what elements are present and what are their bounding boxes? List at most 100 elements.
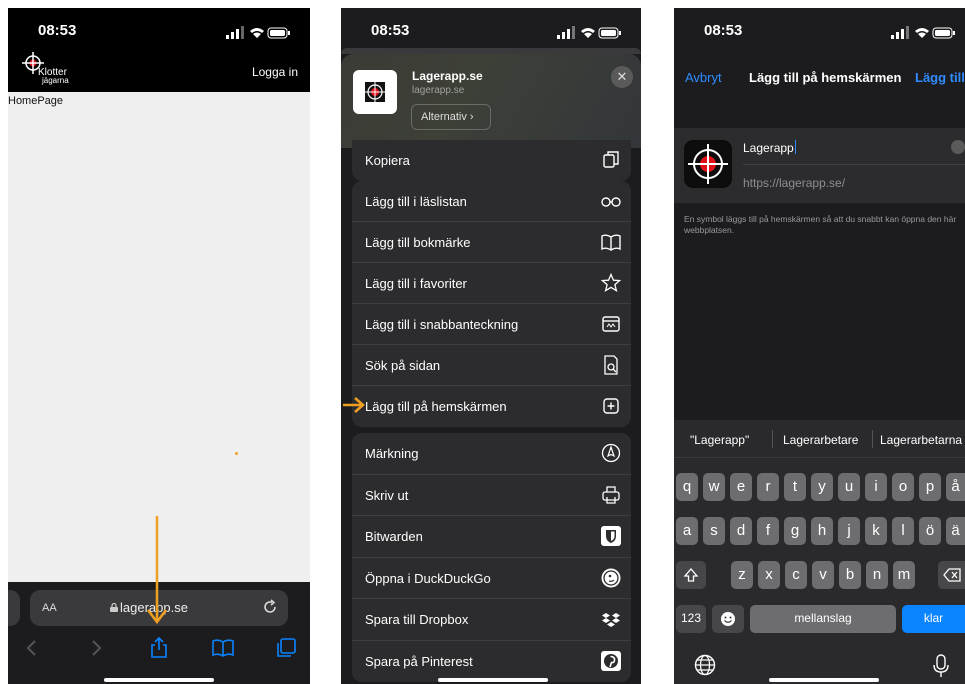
name-input[interactable]: Lagerapp — [743, 140, 796, 155]
key-i[interactable]: i — [865, 473, 887, 501]
space-key[interactable]: mellanslag — [750, 605, 896, 633]
key-n[interactable]: n — [866, 561, 888, 589]
pinterest-icon — [601, 650, 621, 671]
klotterjagarna-logo[interactable]: Klotter jägarna — [20, 52, 80, 88]
key-h[interactable]: h — [811, 517, 833, 545]
action-save-pinterest[interactable]: Spara på Pinterest — [352, 641, 631, 683]
suggestion-2[interactable]: Lagerarbetare — [783, 433, 858, 447]
action-print[interactable]: Skriv ut — [352, 475, 631, 516]
action-label: Sök på sidan — [365, 358, 441, 373]
bookmarks-icon[interactable] — [211, 636, 235, 660]
phone-browser-screen: 08:53 Klotter jägarna Logga in HomePage … — [8, 8, 310, 684]
app-icon-preview — [684, 140, 732, 188]
action-add-reading-list[interactable]: Lägg till i läslistan — [352, 181, 631, 222]
action-label: Skriv ut — [365, 487, 409, 503]
options-button[interactable]: Alternativ › — [411, 104, 491, 130]
action-label: Kopiera — [365, 153, 410, 168]
key-o-umlaut[interactable]: ö — [919, 517, 941, 545]
close-button[interactable]: ✕ — [611, 66, 633, 88]
key-a[interactable]: a — [676, 517, 698, 545]
key-x[interactable]: x — [758, 561, 780, 589]
share-sheet-header: Lagerapp.se lagerapp.se Alternativ › ✕ — [341, 54, 641, 148]
home-indicator — [438, 678, 548, 682]
key-w[interactable]: w — [703, 473, 725, 501]
cancel-button[interactable]: Avbryt — [685, 70, 722, 85]
action-save-dropbox[interactable]: Spara till Dropbox — [352, 599, 631, 641]
key-j[interactable]: j — [838, 517, 860, 545]
name-value: Lagerapp — [743, 141, 794, 155]
status-time: 08:53 — [704, 22, 743, 39]
action-label: Lägg till i läslistan — [365, 194, 467, 209]
close-icon: ✕ — [616, 69, 628, 84]
share-icon[interactable] — [147, 636, 171, 660]
site-thumbnail — [353, 70, 397, 114]
key-a-umlaut[interactable]: ä — [946, 517, 965, 545]
suggestion-3[interactable]: Lagerarbetarna — [880, 433, 962, 447]
key-a-ring[interactable]: å — [946, 473, 965, 501]
glasses-icon — [601, 197, 621, 207]
forward-icon[interactable] — [84, 636, 108, 660]
action-open-duckduckgo[interactable]: Öppna i DuckDuckGo — [352, 558, 631, 599]
target-crosshair-icon — [688, 144, 728, 184]
backspace-key[interactable] — [938, 561, 965, 589]
key-e[interactable]: e — [730, 473, 752, 501]
action-copy[interactable]: Kopiera — [352, 140, 631, 181]
orange-arrow-right — [343, 397, 365, 413]
microphone-icon[interactable] — [931, 654, 951, 678]
key-s[interactable]: s — [703, 517, 725, 545]
text-size-button[interactable]: AA — [42, 602, 57, 614]
keyboard: "Lagerapp" Lagerarbetare Lagerarbetarna … — [674, 420, 965, 684]
printer-icon — [602, 485, 620, 504]
key-b[interactable]: b — [839, 561, 861, 589]
phone-add-home-screen: 08:53 Avbryt Lägg till på hemskärmen Läg… — [674, 8, 965, 684]
key-t[interactable]: t — [784, 473, 806, 501]
reload-icon[interactable] — [262, 599, 278, 615]
key-k[interactable]: k — [865, 517, 887, 545]
shift-key[interactable] — [676, 561, 706, 589]
key-m[interactable]: m — [893, 561, 915, 589]
action-markup[interactable]: Märkning — [352, 433, 631, 475]
action-add-bookmark[interactable]: Lägg till bokmärke — [352, 222, 631, 263]
key-u[interactable]: u — [838, 473, 860, 501]
login-link[interactable]: Logga in — [252, 65, 298, 79]
key-v[interactable]: v — [812, 561, 834, 589]
add-button[interactable]: Lägg till — [915, 70, 965, 85]
key-c[interactable]: c — [785, 561, 807, 589]
site-header: 08:53 Klotter jägarna Logga in — [8, 8, 310, 92]
globe-icon[interactable] — [694, 654, 716, 676]
action-find-on-page[interactable]: Sök på sidan — [352, 345, 631, 386]
action-label: Lägg till i favoriter — [365, 276, 467, 291]
back-icon[interactable] — [20, 636, 44, 660]
shift-icon — [683, 568, 699, 582]
key-z[interactable]: z — [731, 561, 753, 589]
key-d[interactable]: d — [730, 517, 752, 545]
key-f[interactable]: f — [757, 517, 779, 545]
key-q[interactable]: q — [676, 473, 698, 501]
home-indicator — [769, 678, 879, 682]
key-r[interactable]: r — [757, 473, 779, 501]
markup-pen-icon — [601, 443, 621, 463]
tabs-icon[interactable] — [274, 636, 298, 660]
find-in-page-icon — [604, 355, 618, 375]
key-o[interactable]: o — [892, 473, 914, 501]
status-bar: 08:53 — [341, 8, 641, 48]
action-add-quick-note[interactable]: Lägg till i snabbanteckning — [352, 304, 631, 345]
signal-wifi-battery-icon — [557, 26, 621, 39]
page-title: Lägg till på hemskärmen — [749, 70, 902, 85]
clear-text-icon[interactable] — [951, 140, 965, 154]
action-add-to-home-screen[interactable]: Lägg till på hemskärmen — [352, 386, 631, 427]
action-add-favorites[interactable]: Lägg till i favoriter — [352, 263, 631, 304]
action-label: Lägg till i snabbanteckning — [365, 317, 519, 332]
key-p[interactable]: p — [919, 473, 941, 501]
action-bitwarden[interactable]: Bitwarden — [352, 516, 631, 558]
done-key[interactable]: klar — [902, 605, 965, 633]
text-cursor — [794, 140, 796, 154]
key-g[interactable]: g — [784, 517, 806, 545]
key-l[interactable]: l — [892, 517, 914, 545]
suggestion-1[interactable]: "Lagerapp" — [690, 433, 749, 447]
action-group-2: Märkning Skriv ut Bitwarden Öppna i Duck… — [352, 433, 631, 682]
numbers-key[interactable]: 123 — [676, 605, 706, 633]
emoji-key[interactable] — [712, 605, 744, 633]
key-y[interactable]: y — [811, 473, 833, 501]
previous-tab-edge[interactable] — [8, 590, 20, 626]
